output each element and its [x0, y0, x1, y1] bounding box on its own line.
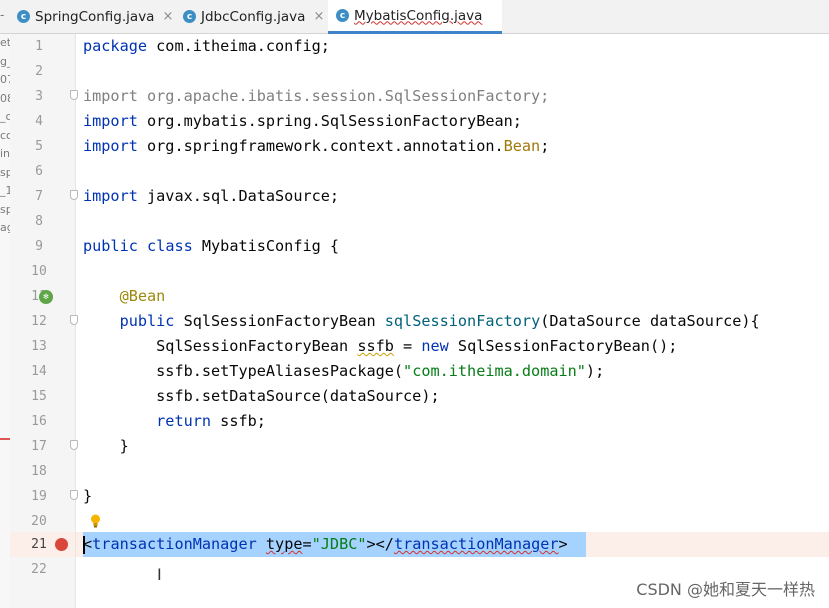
text-caret — [83, 536, 85, 554]
code-line-11[interactable]: @Bean — [83, 284, 166, 309]
gutter-line: 18 — [10, 459, 75, 484]
java-class-icon: c — [336, 9, 349, 22]
close-icon[interactable]: × — [162, 9, 173, 24]
gutter-line: 5 — [10, 134, 75, 159]
error-marker — [0, 438, 10, 440]
tab-label: JdbcConfig.java — [201, 8, 306, 25]
gutter-line: 14 — [10, 359, 75, 384]
line-number: 4 — [35, 114, 43, 129]
line-number: 7 — [35, 189, 43, 204]
line-number: 14 — [31, 364, 47, 379]
code-line-13[interactable]: SqlSessionFactoryBean ssfb = new SqlSess… — [83, 334, 677, 359]
code-line-3[interactable]: import org.apache.ibatis.session.SqlSess… — [83, 84, 549, 109]
line-number: 5 — [35, 139, 43, 154]
line-number: 13 — [31, 339, 47, 354]
fold-icon[interactable] — [70, 440, 78, 450]
lightbulb-icon[interactable] — [90, 514, 101, 528]
code-line-19[interactable]: } — [83, 484, 92, 509]
gutter-line: 11✻ — [10, 284, 75, 309]
gutter-line: 10 — [10, 259, 75, 284]
tab-label: MybatisConfig.java — [354, 7, 483, 24]
line-number: 16 — [31, 414, 47, 429]
tab-mybatis-config[interactable]: c MybatisConfig.java — [328, 0, 502, 34]
gutter-line-current: 21 — [10, 532, 75, 557]
gutter-line: 17 — [10, 434, 78, 459]
line-number: 12 — [31, 314, 47, 329]
java-class-icon: c — [183, 10, 196, 23]
gutter-line: 1 — [10, 34, 75, 59]
gutter-line: 6 — [10, 159, 75, 184]
line-number: 17 — [31, 439, 47, 454]
gutter-line: 22 — [10, 557, 75, 582]
code-line-12[interactable]: public SqlSessionFactoryBean sqlSessionF… — [83, 309, 760, 334]
gutter-line: 2 — [10, 59, 75, 84]
code-line-9[interactable]: public class MybatisConfig { — [83, 234, 339, 259]
fold-icon[interactable] — [70, 315, 78, 325]
line-number: 22 — [31, 562, 47, 577]
tabbar-scroll-stub[interactable]: - — [0, 8, 8, 22]
tree-fragment[interactable]: 08 — [0, 90, 10, 109]
tree-fragment[interactable]: 07 — [0, 71, 10, 90]
line-number: 10 — [31, 264, 47, 279]
code-line-4[interactable]: import org.mybatis.spring.SqlSessionFact… — [83, 109, 522, 134]
line-number: 15 — [31, 389, 47, 404]
line-number: 9 — [35, 239, 43, 254]
code-line-1[interactable]: package com.itheima.config; — [83, 34, 330, 59]
watermark: CSDN @她和夏天一样热 — [636, 580, 815, 599]
code-line-15[interactable]: ssfb.setDataSource(dataSource); — [83, 384, 439, 409]
code-line-7[interactable]: import javax.sql.DataSource; — [83, 184, 339, 209]
line-number-gutter[interactable]: 1 2 3 4 5 6 7 8 9 10 11✻ 12 13 14 15 16 … — [10, 34, 78, 608]
tree-fragment[interactable]: et — [0, 34, 10, 53]
tree-fragment[interactable]: ag — [0, 219, 10, 238]
line-number: 18 — [31, 464, 47, 479]
tree-fragment[interactable]: sp — [0, 201, 10, 220]
spring-bean-icon[interactable]: ✻ — [39, 290, 53, 304]
gutter-line: 19 — [10, 484, 78, 509]
gutter-line: 15 — [10, 384, 75, 409]
code-line-17[interactable]: } — [83, 434, 129, 459]
fold-icon[interactable] — [70, 90, 78, 100]
code-line-14[interactable]: ssfb.setTypeAliasesPackage("com.itheima.… — [83, 359, 604, 384]
tree-fragment[interactable]: co — [0, 127, 10, 146]
gutter-line: 13 — [10, 334, 75, 359]
tree-fragment[interactable]: sp — [0, 164, 10, 183]
tree-fragment[interactable]: in — [0, 145, 10, 164]
line-number: 20 — [31, 514, 47, 529]
line-number: 8 — [35, 214, 43, 229]
line-number: 19 — [31, 489, 47, 504]
gutter-line: 3 — [10, 84, 78, 109]
tree-fragment[interactable]: _1 — [0, 182, 10, 201]
line-number: 6 — [35, 164, 43, 179]
fold-icon[interactable] — [70, 190, 78, 200]
gutter-line: 12 — [10, 309, 78, 334]
code-line-21[interactable]: <transactionManager type="JDBC"></transa… — [83, 532, 568, 557]
close-icon[interactable]: × — [313, 9, 324, 24]
gutter-line: 20 — [10, 509, 75, 534]
java-class-icon: c — [17, 10, 30, 23]
tab-jdbc-config[interactable]: c JdbcConfig.java × — [183, 0, 326, 33]
line-number: 21 — [31, 537, 47, 552]
editor-tab-bar: - c SpringConfig.java × c JdbcConfig.jav… — [0, 0, 829, 34]
fold-icon[interactable] — [70, 490, 78, 500]
line-number: 2 — [35, 64, 43, 79]
gutter-line: 16 — [10, 409, 75, 434]
tree-fragment[interactable]: g_ — [0, 53, 10, 72]
breakpoint-icon[interactable] — [55, 538, 68, 551]
line-number: 3 — [35, 89, 43, 104]
gutter-line: 8 — [10, 209, 75, 234]
tree-fragment[interactable]: _c — [0, 108, 10, 127]
gutter-line: 9 — [10, 234, 75, 259]
tab-spring-config[interactable]: c SpringConfig.java × — [17, 0, 177, 33]
code-line-5[interactable]: import org.springframework.context.annot… — [83, 134, 549, 159]
gutter-line: 4 — [10, 109, 75, 134]
tab-label: SpringConfig.java — [35, 8, 155, 25]
mouse-ibeam-cursor: I — [157, 565, 162, 584]
gutter-line: 7 — [10, 184, 78, 209]
code-line-16[interactable]: return ssfb; — [83, 409, 266, 434]
line-number: 1 — [35, 39, 43, 54]
